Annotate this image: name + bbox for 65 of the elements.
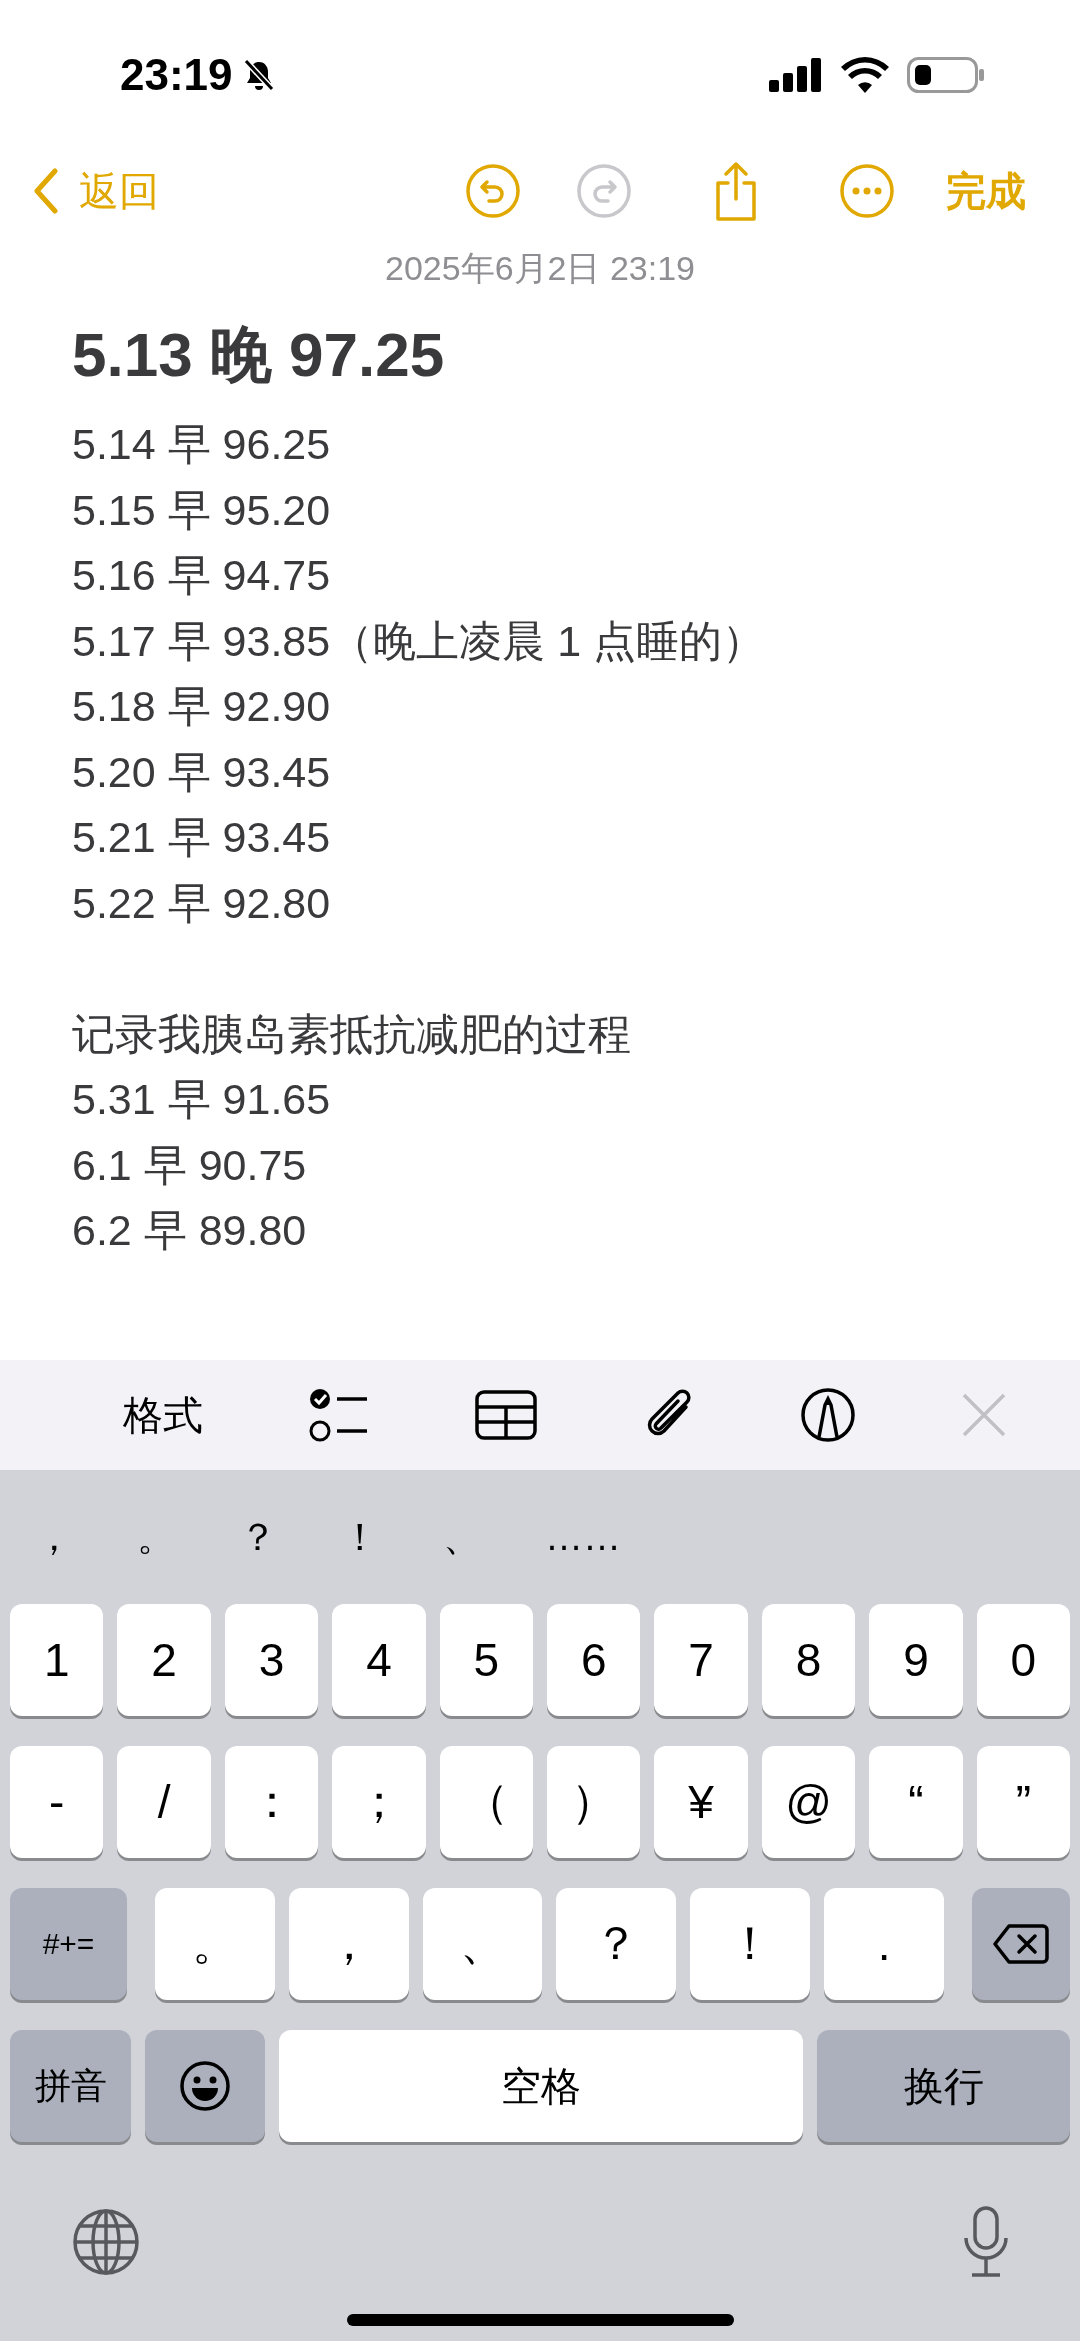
note-line: 6.1 早 90.75 [72, 1139, 308, 1191]
input-method-key[interactable]: 拼音 [10, 2030, 131, 2142]
key[interactable]: ） [547, 1746, 641, 1858]
return-key[interactable]: 换行 [817, 2030, 1070, 2142]
battery-icon [907, 57, 985, 93]
candidate-symbol[interactable]: 、 [443, 1511, 545, 1563]
key[interactable]: 7 [654, 1604, 748, 1716]
key[interactable]: / [117, 1746, 211, 1858]
note-line: 记录我胰岛素抵抗减肥的过程 [72, 1008, 632, 1060]
markup-pen-icon[interactable] [800, 1387, 857, 1443]
key[interactable]: 3 [224, 1604, 319, 1716]
key[interactable]: 6 [547, 1604, 641, 1716]
key[interactable]: 9 [869, 1604, 963, 1716]
key[interactable]: ¥ [654, 1746, 748, 1858]
format-button[interactable]: 格式 [123, 1387, 203, 1443]
key[interactable]: ？ [556, 1888, 677, 2000]
delete-key[interactable] [971, 1888, 1070, 2000]
note-line: 5.31 早 91.65 [72, 1074, 332, 1125]
key[interactable]: “ [869, 1746, 963, 1858]
emoji-key[interactable] [145, 2030, 265, 2142]
note-line: 5.17 早 93.85（晚上凌晨 1 点睡的） [72, 615, 766, 667]
key[interactable]: 4 [332, 1604, 426, 1716]
key[interactable]: @ [761, 1746, 856, 1858]
note-date: 2025年6月2日 23:19 [384, 248, 696, 289]
note-line: 5.20 早 93.45 [72, 746, 332, 798]
globe-icon[interactable] [72, 2208, 140, 2276]
candidate-symbol[interactable]: ， [35, 1511, 137, 1563]
note-title: 5.13 晚 97.25 [72, 319, 446, 391]
key[interactable]: ” [976, 1746, 1071, 1858]
key[interactable]: . [824, 1888, 944, 2000]
wifi-icon [841, 57, 889, 93]
key[interactable]: 。 [155, 1888, 275, 2000]
candidate-symbol[interactable]: ？ [239, 1511, 341, 1563]
candidate-symbol[interactable]: …… [545, 1515, 647, 1559]
key[interactable]: ； [332, 1746, 426, 1858]
microphone-icon[interactable] [962, 2206, 1010, 2278]
back-chevron-icon [33, 168, 59, 214]
key[interactable]: （ [439, 1746, 534, 1858]
key[interactable]: 0 [976, 1604, 1071, 1716]
space-key[interactable]: 空格 [279, 2030, 803, 2142]
note-line: 5.21 早 93.45 [72, 812, 332, 863]
key[interactable]: 1 [10, 1604, 104, 1716]
table-icon[interactable] [474, 1390, 537, 1440]
symbols-key[interactable]: #+= [10, 1888, 127, 2000]
candidate-symbol[interactable]: 。 [137, 1511, 239, 1563]
key[interactable]: ！ [690, 1888, 811, 2000]
key[interactable]: 8 [761, 1604, 856, 1716]
candidate-symbol[interactable]: ！ [341, 1511, 443, 1563]
key[interactable]: ， [288, 1888, 409, 2000]
note-line: 5.15 早 95.20 [72, 484, 332, 536]
key[interactable]: 2 [117, 1604, 211, 1716]
key[interactable]: 、 [422, 1888, 543, 2000]
delete-icon [992, 1924, 1049, 1964]
emoji-icon [179, 2060, 231, 2112]
key[interactable]: 5 [439, 1604, 534, 1716]
signal-icon [769, 58, 823, 92]
key[interactable]: ： [224, 1746, 319, 1858]
note-line: 5.18 早 92.90 [72, 681, 332, 732]
note-line: 5.22 早 92.80 [72, 877, 332, 929]
key[interactable]: - [10, 1746, 104, 1858]
note-line: 5.14 早 96.25 [72, 419, 332, 470]
note-line: 6.2 早 89.80 [72, 1205, 308, 1256]
status-time: 23:19 [120, 50, 233, 100]
checklist-icon[interactable] [308, 1387, 369, 1443]
note-line: 5.16 早 94.75 [72, 550, 332, 601]
